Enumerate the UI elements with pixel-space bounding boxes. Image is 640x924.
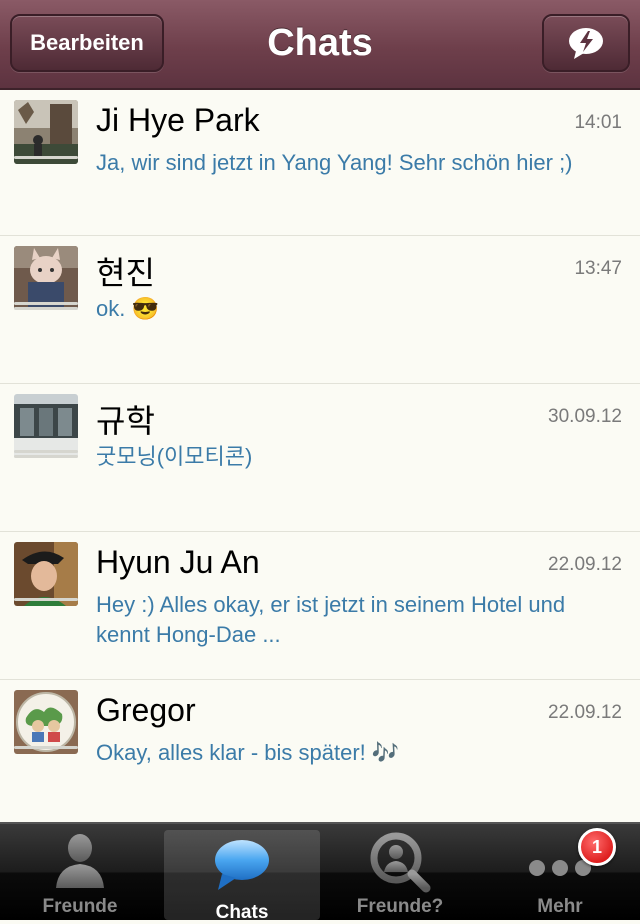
avatar-shadow bbox=[12, 598, 80, 612]
new-chat-button[interactable] bbox=[542, 14, 630, 72]
chat-name: Hyun Ju An bbox=[96, 544, 260, 580]
chat-message: Ja, wir sind jetzt in Yang Yang! Sehr sc… bbox=[96, 150, 573, 175]
chat-row[interactable]: Ji Hye Park 14:01 Ja, wir sind jetzt in … bbox=[0, 90, 640, 236]
avatar-shadow bbox=[12, 450, 80, 464]
person-icon bbox=[56, 834, 104, 888]
chat-message: Okay, alles klar - bis später! 🎶 bbox=[96, 740, 400, 765]
chat-time: 22.09.12 bbox=[548, 554, 622, 575]
tab-label: Mehr bbox=[537, 896, 583, 917]
avatar-shadow bbox=[12, 746, 80, 760]
avatar bbox=[14, 542, 78, 606]
tab-freunde[interactable]: Freunde bbox=[2, 824, 158, 920]
chat-time: 14:01 bbox=[574, 112, 622, 133]
avatar-shadow bbox=[12, 302, 80, 316]
new-chat-icon bbox=[569, 28, 603, 59]
chat-row[interactable]: 현진 13:47 ok. 😎 bbox=[0, 236, 640, 384]
chat-row[interactable]: 규학 30.09.12 굿모닝(이모티콘) bbox=[0, 384, 640, 532]
avatar bbox=[14, 394, 78, 458]
chat-time: 13:47 bbox=[574, 258, 622, 279]
chat-bubble-icon bbox=[215, 840, 269, 890]
tab-mehr[interactable]: 1 Mehr bbox=[482, 824, 638, 920]
tab-chats[interactable]: Chats bbox=[164, 830, 320, 923]
chat-list: Ji Hye Park 14:01 Ja, wir sind jetzt in … bbox=[0, 90, 640, 828]
chat-time: 30.09.12 bbox=[548, 406, 622, 427]
chat-row[interactable]: Hyun Ju An 22.09.12 Hey :) Alles okay, e… bbox=[0, 532, 640, 680]
chat-time: 22.09.12 bbox=[548, 702, 622, 723]
avatar bbox=[14, 246, 78, 310]
tab-bar: Freunde Chats Freunde? 1 Mehr bbox=[0, 822, 640, 923]
navigation-bar: Bearbeiten Chats bbox=[0, 0, 640, 90]
tab-label: Chats bbox=[215, 902, 269, 923]
chat-name: Ji Hye Park bbox=[96, 102, 260, 138]
tab-label: Freunde? bbox=[356, 896, 444, 917]
chat-message: Hey :) Alles okay, er ist jetzt in seine… bbox=[96, 592, 566, 647]
tab-freunde-suchen[interactable]: Freunde? bbox=[322, 824, 478, 920]
avatar bbox=[14, 100, 78, 164]
chat-name: Gregor bbox=[96, 692, 196, 728]
tab-label: Freunde bbox=[42, 896, 118, 917]
chat-message: ok. 😎 bbox=[96, 296, 159, 321]
chat-name: 규학 bbox=[96, 403, 155, 439]
avatar bbox=[14, 690, 78, 754]
chat-row[interactable]: Gregor 22.09.12 Okay, alles klar - bis s… bbox=[0, 680, 640, 828]
avatar-shadow bbox=[12, 156, 80, 170]
notification-badge: 1 bbox=[578, 828, 616, 866]
search-person-icon bbox=[370, 832, 431, 893]
chat-name: 현진 bbox=[96, 255, 155, 291]
chat-message: 굿모닝(이모티콘) bbox=[96, 444, 253, 469]
